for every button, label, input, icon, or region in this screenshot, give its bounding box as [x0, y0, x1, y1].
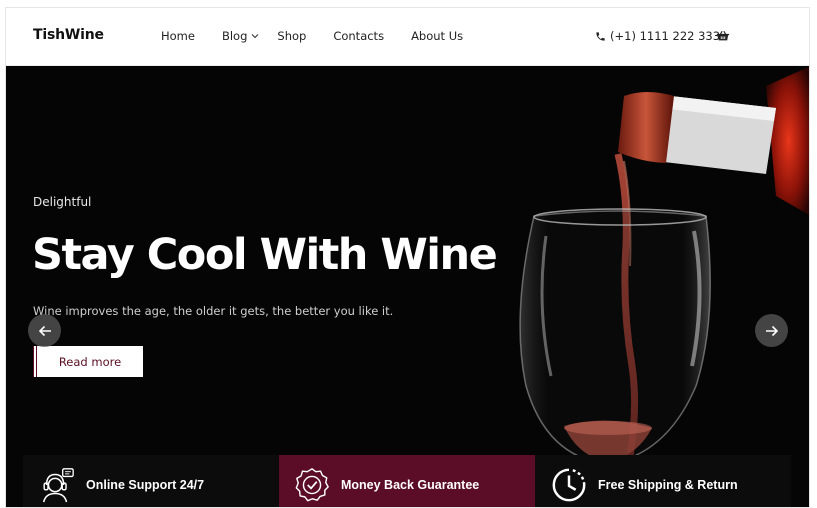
- page-frame: TishWine Home Blog Shop Contacts About U…: [5, 7, 810, 508]
- hero-headline: Stay Cool With Wine: [32, 230, 498, 280]
- clock-icon: [552, 468, 586, 502]
- arrow-left-icon: [38, 325, 51, 336]
- slider-next-button[interactable]: [755, 314, 788, 347]
- wine-pour-image: [6, 66, 809, 507]
- feature-bar: Online Support 24/7 Money Back Guarantee…: [23, 455, 791, 507]
- feature-label: Money Back Guarantee: [341, 478, 480, 492]
- read-more-button[interactable]: Read more: [33, 346, 143, 377]
- nav-item-blog-label: Blog: [221, 29, 248, 43]
- nav-item-home[interactable]: Home: [161, 29, 195, 43]
- feature-online-support[interactable]: Online Support 24/7: [23, 455, 279, 507]
- site-header: TishWine Home Blog Shop Contacts About U…: [6, 8, 809, 66]
- feature-free-shipping[interactable]: Free Shipping & Return: [535, 455, 791, 507]
- basket-icon[interactable]: [716, 29, 730, 43]
- support-agent-icon: [42, 468, 74, 503]
- hero-slider: Delightful Stay Cool With Wine Wine impr…: [6, 66, 809, 507]
- nav-item-blog[interactable]: Blog: [222, 29, 259, 43]
- phone-number: (+1) 1111 222 333: [610, 29, 721, 43]
- money-back-badge-icon: [295, 468, 329, 502]
- site-logo[interactable]: TishWine: [33, 27, 104, 43]
- feature-money-back[interactable]: Money Back Guarantee: [279, 455, 535, 507]
- nav-item-shop[interactable]: Shop: [277, 29, 306, 43]
- main-nav: Home Blog Shop Contacts About Us: [161, 29, 490, 43]
- arrow-right-icon: [765, 325, 778, 336]
- hero-subtext: Wine improves the age, the older it gets…: [33, 304, 394, 318]
- phone-icon: [596, 31, 605, 41]
- slider-prev-button[interactable]: [28, 314, 61, 347]
- header-phone[interactable]: (+1) 1111 222 333: [595, 29, 720, 43]
- feature-label: Online Support 24/7: [86, 478, 205, 492]
- feature-label: Free Shipping & Return: [598, 478, 738, 492]
- nav-item-contacts[interactable]: Contacts: [333, 29, 384, 43]
- chevron-down-icon: [252, 34, 259, 39]
- hero-eyebrow: Delightful: [33, 195, 92, 209]
- nav-item-about-us[interactable]: About Us: [411, 29, 463, 43]
